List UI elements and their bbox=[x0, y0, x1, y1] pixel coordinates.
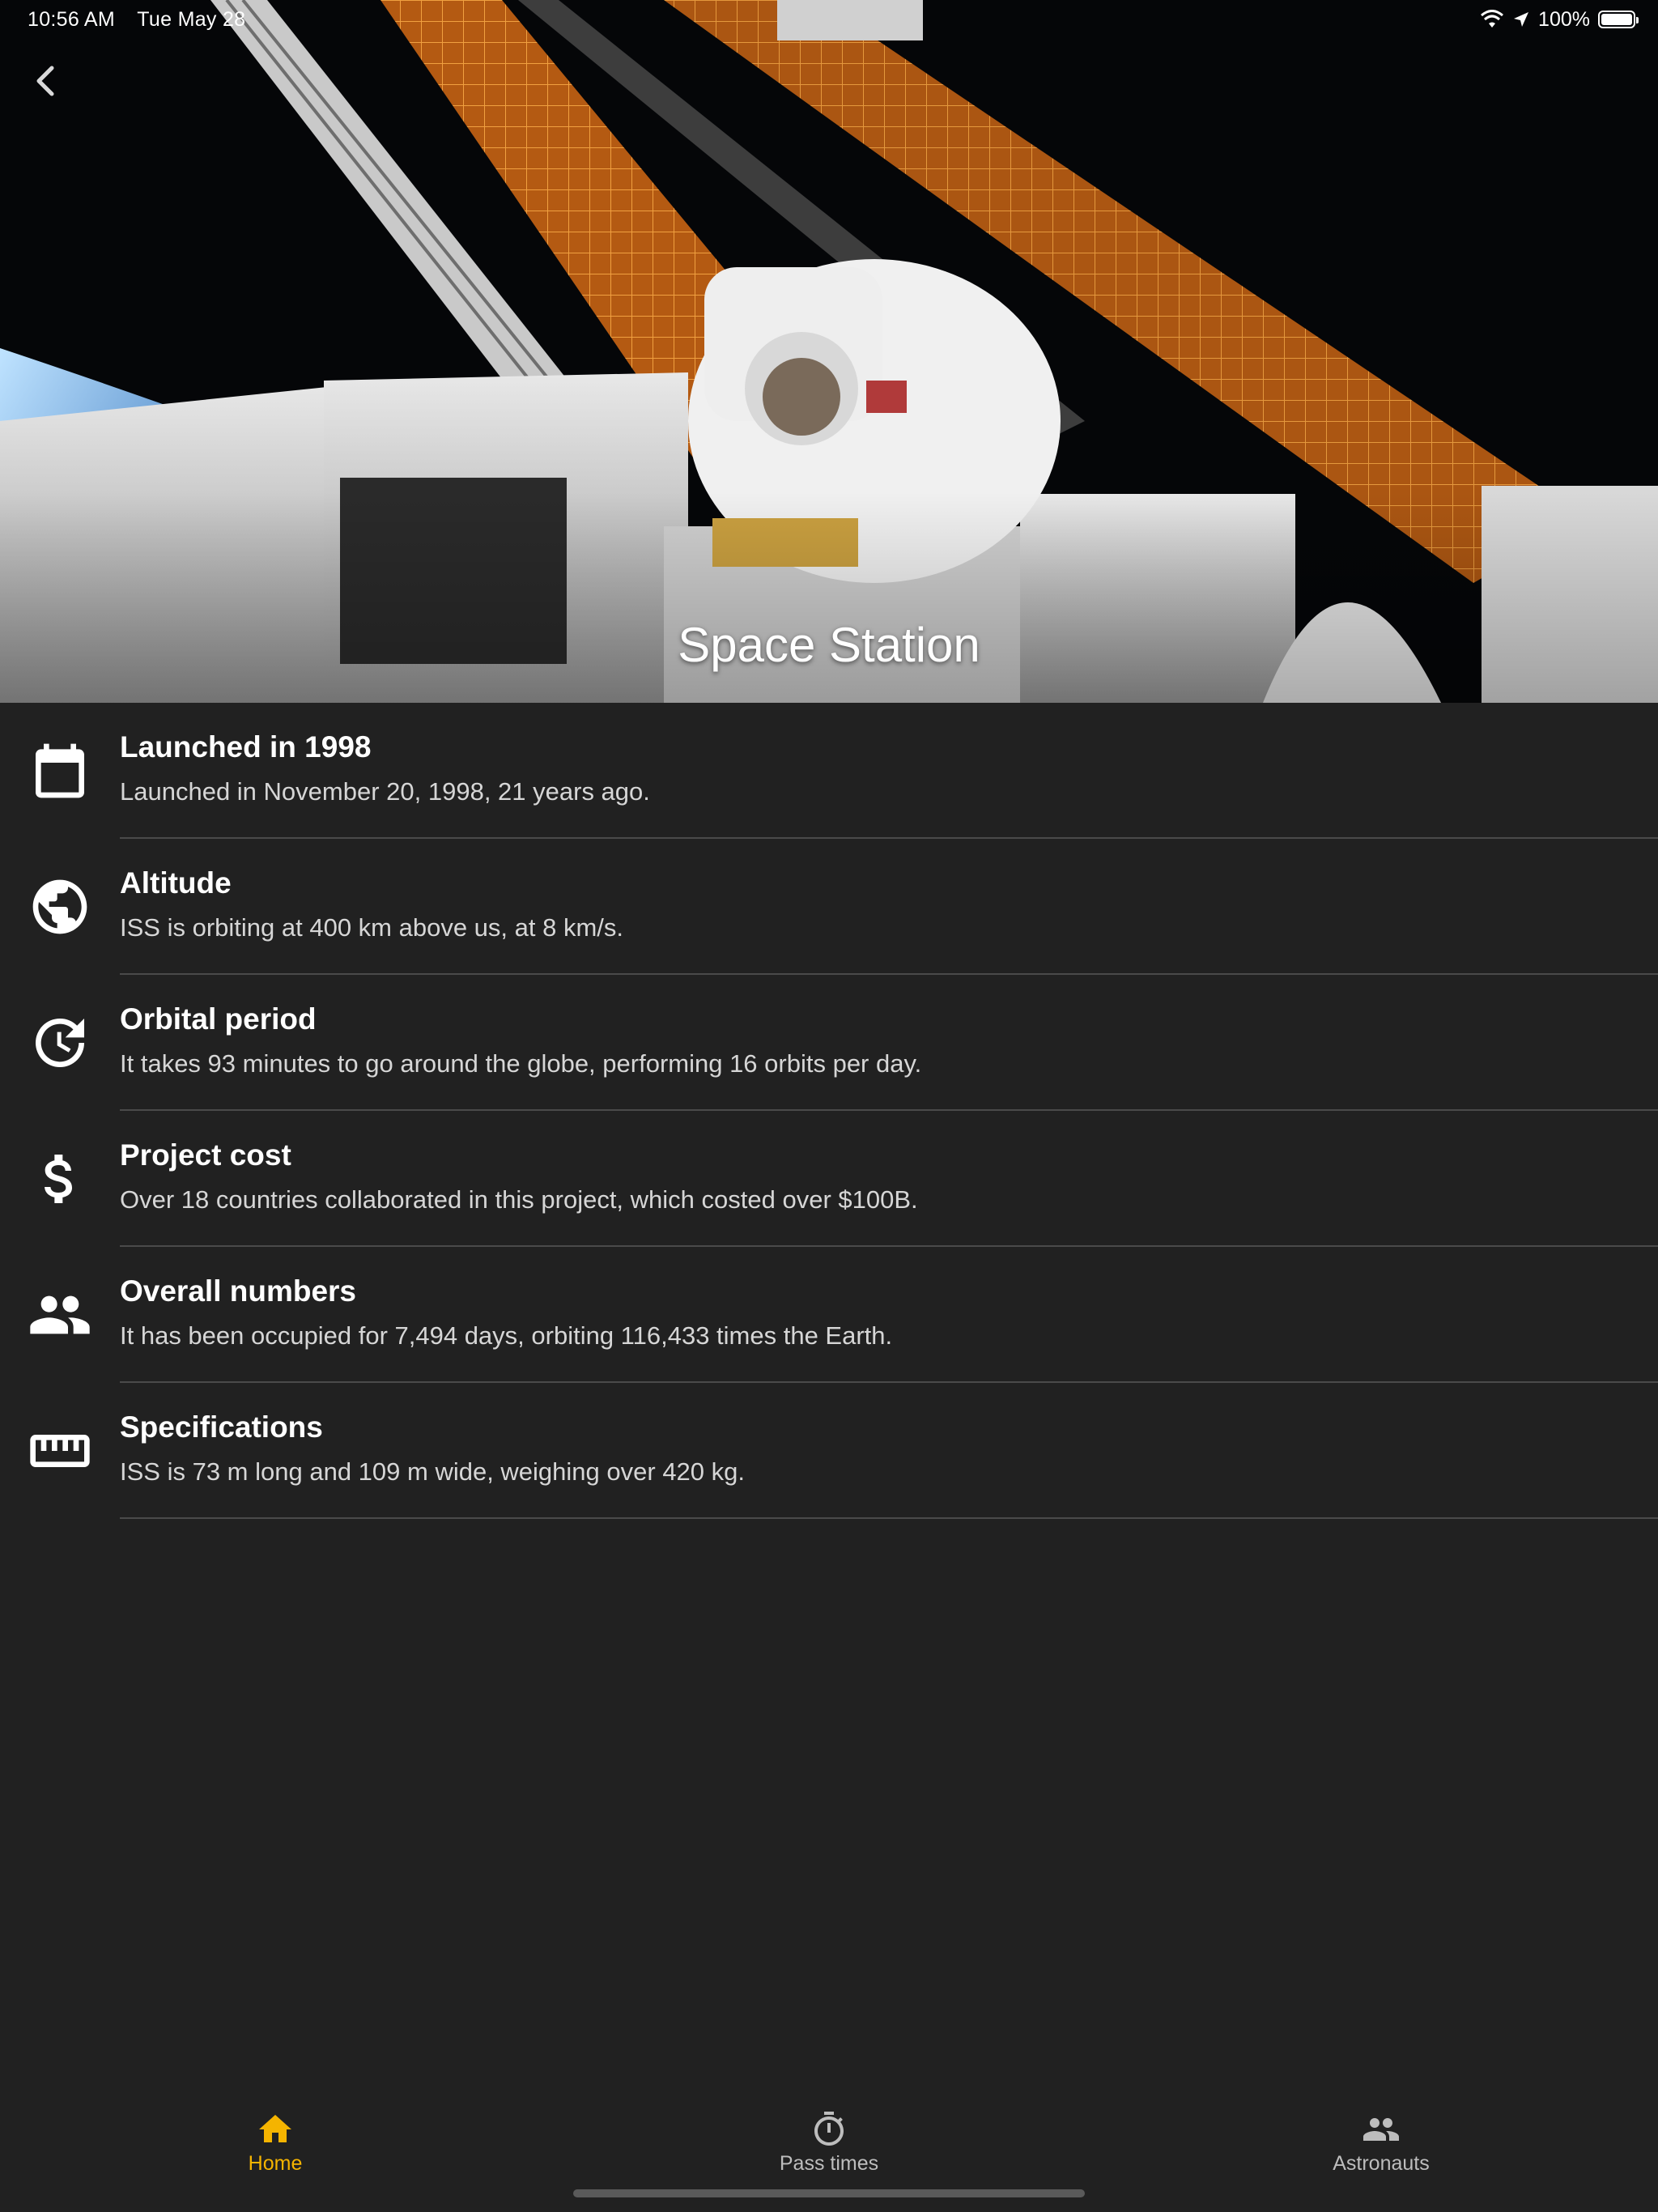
home-indicator[interactable] bbox=[573, 2189, 1085, 2197]
info-item-specifications: Specifications ISS is 73 m long and 109 … bbox=[0, 1383, 1658, 1519]
battery-percent: 100% bbox=[1538, 7, 1590, 31]
status-time-date: 10:56 AM Tue May 28 bbox=[28, 8, 245, 32]
calendar-icon bbox=[28, 738, 92, 803]
info-item-title: Specifications bbox=[120, 1410, 323, 1444]
info-item-title: Launched in 1998 bbox=[120, 730, 372, 764]
info-item-description: It has been occupied for 7,494 days, orb… bbox=[120, 1321, 893, 1350]
status-indicators: 100% bbox=[1480, 6, 1639, 32]
dollar-icon bbox=[28, 1146, 92, 1211]
info-item-description: It takes 93 minutes to go around the glo… bbox=[120, 1049, 922, 1078]
clock-refresh-icon bbox=[28, 1010, 92, 1075]
status-time: 10:56 AM bbox=[28, 8, 116, 31]
ruler-icon bbox=[28, 1419, 92, 1483]
tab-pass-times[interactable]: Pass times bbox=[708, 2110, 950, 2183]
hero-header: 10:56 AM Tue May 28 100% Space Station bbox=[0, 0, 1658, 703]
divider bbox=[120, 1517, 1658, 1519]
status-bar: 10:56 AM Tue May 28 100% bbox=[0, 0, 1658, 39]
info-item-description: ISS is 73 m long and 109 m wide, weighin… bbox=[120, 1457, 746, 1486]
people-icon bbox=[1363, 2118, 1399, 2141]
info-item-orbital-period: Orbital period It takes 93 minutes to go… bbox=[0, 975, 1658, 1111]
people-icon bbox=[28, 1283, 92, 1347]
chevron-left-icon bbox=[36, 66, 54, 96]
info-item-title: Overall numbers bbox=[120, 1274, 357, 1308]
info-item-launched: Launched in 1998 Launched in November 20… bbox=[0, 703, 1658, 839]
timer-icon bbox=[814, 2112, 844, 2146]
info-item-title: Altitude bbox=[120, 866, 232, 900]
info-item-altitude: Altitude ISS is orbiting at 400 km above… bbox=[0, 839, 1658, 975]
battery-icon bbox=[1598, 11, 1639, 28]
app-root: 10:56 AM Tue May 28 100% Space Station L… bbox=[0, 0, 1658, 2212]
tab-astronauts[interactable]: Astronauts bbox=[1260, 2110, 1503, 2183]
wifi-icon bbox=[1481, 10, 1504, 28]
info-item-project-cost: Project cost Over 18 countries collabora… bbox=[0, 1111, 1658, 1247]
page-title: Space Station bbox=[678, 618, 980, 672]
home-icon bbox=[259, 2115, 291, 2142]
tab-label: Pass times bbox=[779, 2152, 879, 2175]
location-arrow-icon bbox=[1514, 12, 1529, 27]
info-item-title: Project cost bbox=[120, 1138, 291, 1172]
info-list: Launched in 1998 Launched in November 20… bbox=[0, 703, 1658, 1519]
tab-label: Astronauts bbox=[1333, 2152, 1430, 2175]
back-button[interactable] bbox=[24, 58, 70, 104]
status-date: Tue May 28 bbox=[137, 8, 246, 31]
tab-home[interactable]: Home bbox=[154, 2110, 397, 2183]
tab-label: Home bbox=[248, 2152, 303, 2175]
info-item-overall-numbers: Overall numbers It has been occupied for… bbox=[0, 1247, 1658, 1383]
hero-image bbox=[0, 0, 1658, 703]
info-item-description: ISS is orbiting at 400 km above us, at 8… bbox=[120, 913, 624, 942]
globe-icon bbox=[28, 874, 92, 939]
info-item-description: Launched in November 20, 1998, 21 years … bbox=[120, 777, 650, 806]
info-item-description: Over 18 countries collaborated in this p… bbox=[120, 1185, 918, 1214]
info-item-title: Orbital period bbox=[120, 1002, 317, 1036]
